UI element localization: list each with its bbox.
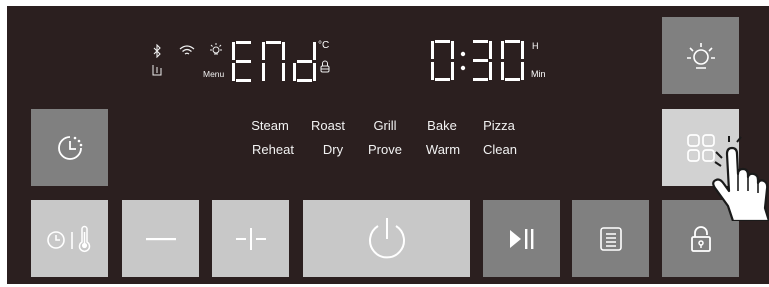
- program-grill: Grill: [373, 118, 397, 133]
- clock-thermometer-icon: [46, 225, 90, 252]
- bluetooth-icon: [153, 44, 161, 58]
- clock-icon: [57, 135, 82, 160]
- timer-button[interactable]: [31, 109, 108, 186]
- program-reheat: Reheat: [252, 142, 294, 157]
- minus-icon: [145, 237, 176, 240]
- celsius-unit: °C: [318, 40, 330, 51]
- lock-icon: [320, 60, 330, 73]
- plus-icon: [235, 227, 266, 250]
- hours-unit: H: [532, 41, 539, 51]
- program-bake: Bake: [427, 118, 457, 133]
- time-temp-button[interactable]: [31, 200, 108, 277]
- power-button[interactable]: [303, 200, 470, 277]
- program-clean: Clean: [483, 142, 517, 157]
- start-pause-button[interactable]: [483, 200, 560, 277]
- program-warm: Warm: [425, 142, 461, 157]
- recipes-button[interactable]: [572, 200, 649, 277]
- program-pizza: Pizza: [483, 118, 515, 133]
- padlock-icon: [690, 225, 711, 252]
- list-icon: [599, 226, 622, 251]
- segment-display-right: [431, 40, 524, 81]
- minutes-unit: Min: [531, 69, 546, 79]
- minus-button[interactable]: [122, 200, 199, 277]
- lamp-icon: [686, 42, 715, 69]
- plus-button[interactable]: [212, 200, 289, 277]
- control-panel: Menu °C H Min Steam Roast Grill Bake Piz…: [7, 6, 769, 284]
- program-dry: Dry: [322, 142, 344, 157]
- segment-display-left: [232, 41, 316, 82]
- pointing-hand-icon: [712, 136, 769, 221]
- water-tank-icon: [152, 65, 162, 76]
- play-pause-icon: [509, 228, 533, 249]
- lamp-icon: [210, 43, 222, 55]
- program-prove: Prove: [368, 142, 402, 157]
- wifi-icon: [179, 45, 195, 55]
- menu-label: Menu: [203, 69, 225, 79]
- program-roast: Roast: [311, 118, 345, 133]
- program-steam: Steam: [251, 118, 289, 133]
- power-icon: [368, 217, 405, 258]
- light-button[interactable]: [662, 17, 739, 94]
